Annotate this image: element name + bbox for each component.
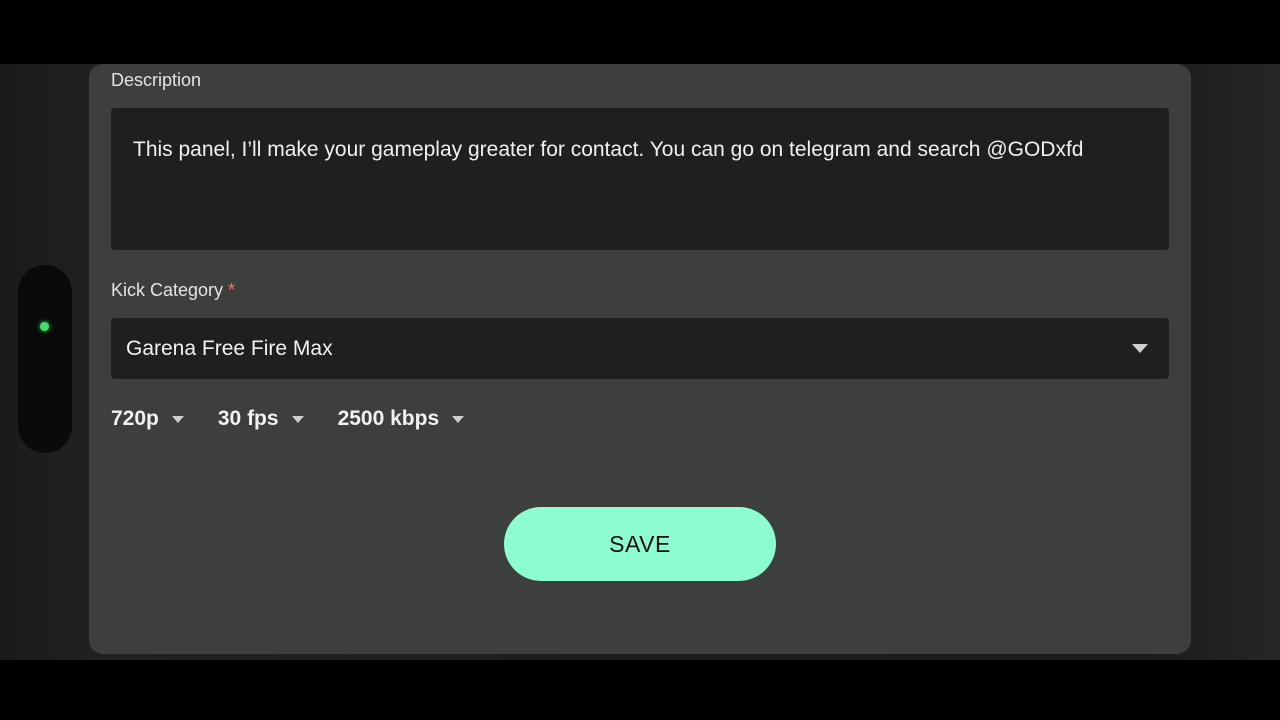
save-button[interactable]: SAVE	[504, 507, 776, 581]
screen: Description This panel, I’ll make your g…	[0, 0, 1280, 720]
framerate-dropdown[interactable]: 30 fps	[218, 407, 304, 431]
bitrate-dropdown[interactable]: 2500 kbps	[338, 407, 465, 431]
required-asterisk: *	[228, 280, 236, 300]
kick-category-label: Kick Category *	[111, 280, 236, 300]
resolution-value: 720p	[111, 407, 159, 430]
status-dot	[40, 322, 49, 331]
framerate-value: 30 fps	[217, 407, 279, 430]
caret-down-icon	[452, 415, 465, 423]
description-label: Description	[111, 70, 202, 90]
description-input[interactable]: This panel, I’ll make your gameplay grea…	[111, 108, 1169, 250]
kick-category-select[interactable]: Garena Free Fire Max	[111, 318, 1169, 379]
caret-down-icon	[171, 415, 184, 423]
kick-category-value: Garena Free Fire Max	[126, 336, 333, 360]
side-status-pill[interactable]	[18, 265, 72, 453]
caret-down-icon	[1132, 344, 1148, 353]
description-text: This panel, I’ll make your gameplay grea…	[133, 138, 1084, 161]
stream-settings-panel: Description This panel, I’ll make your g…	[89, 64, 1191, 654]
bitrate-value: 2500 kbps	[337, 407, 440, 430]
resolution-dropdown[interactable]: 720p	[111, 407, 184, 431]
stream-quality-row: 720p 30 fps 2500 kbps	[111, 407, 498, 431]
caret-down-icon	[291, 415, 304, 423]
